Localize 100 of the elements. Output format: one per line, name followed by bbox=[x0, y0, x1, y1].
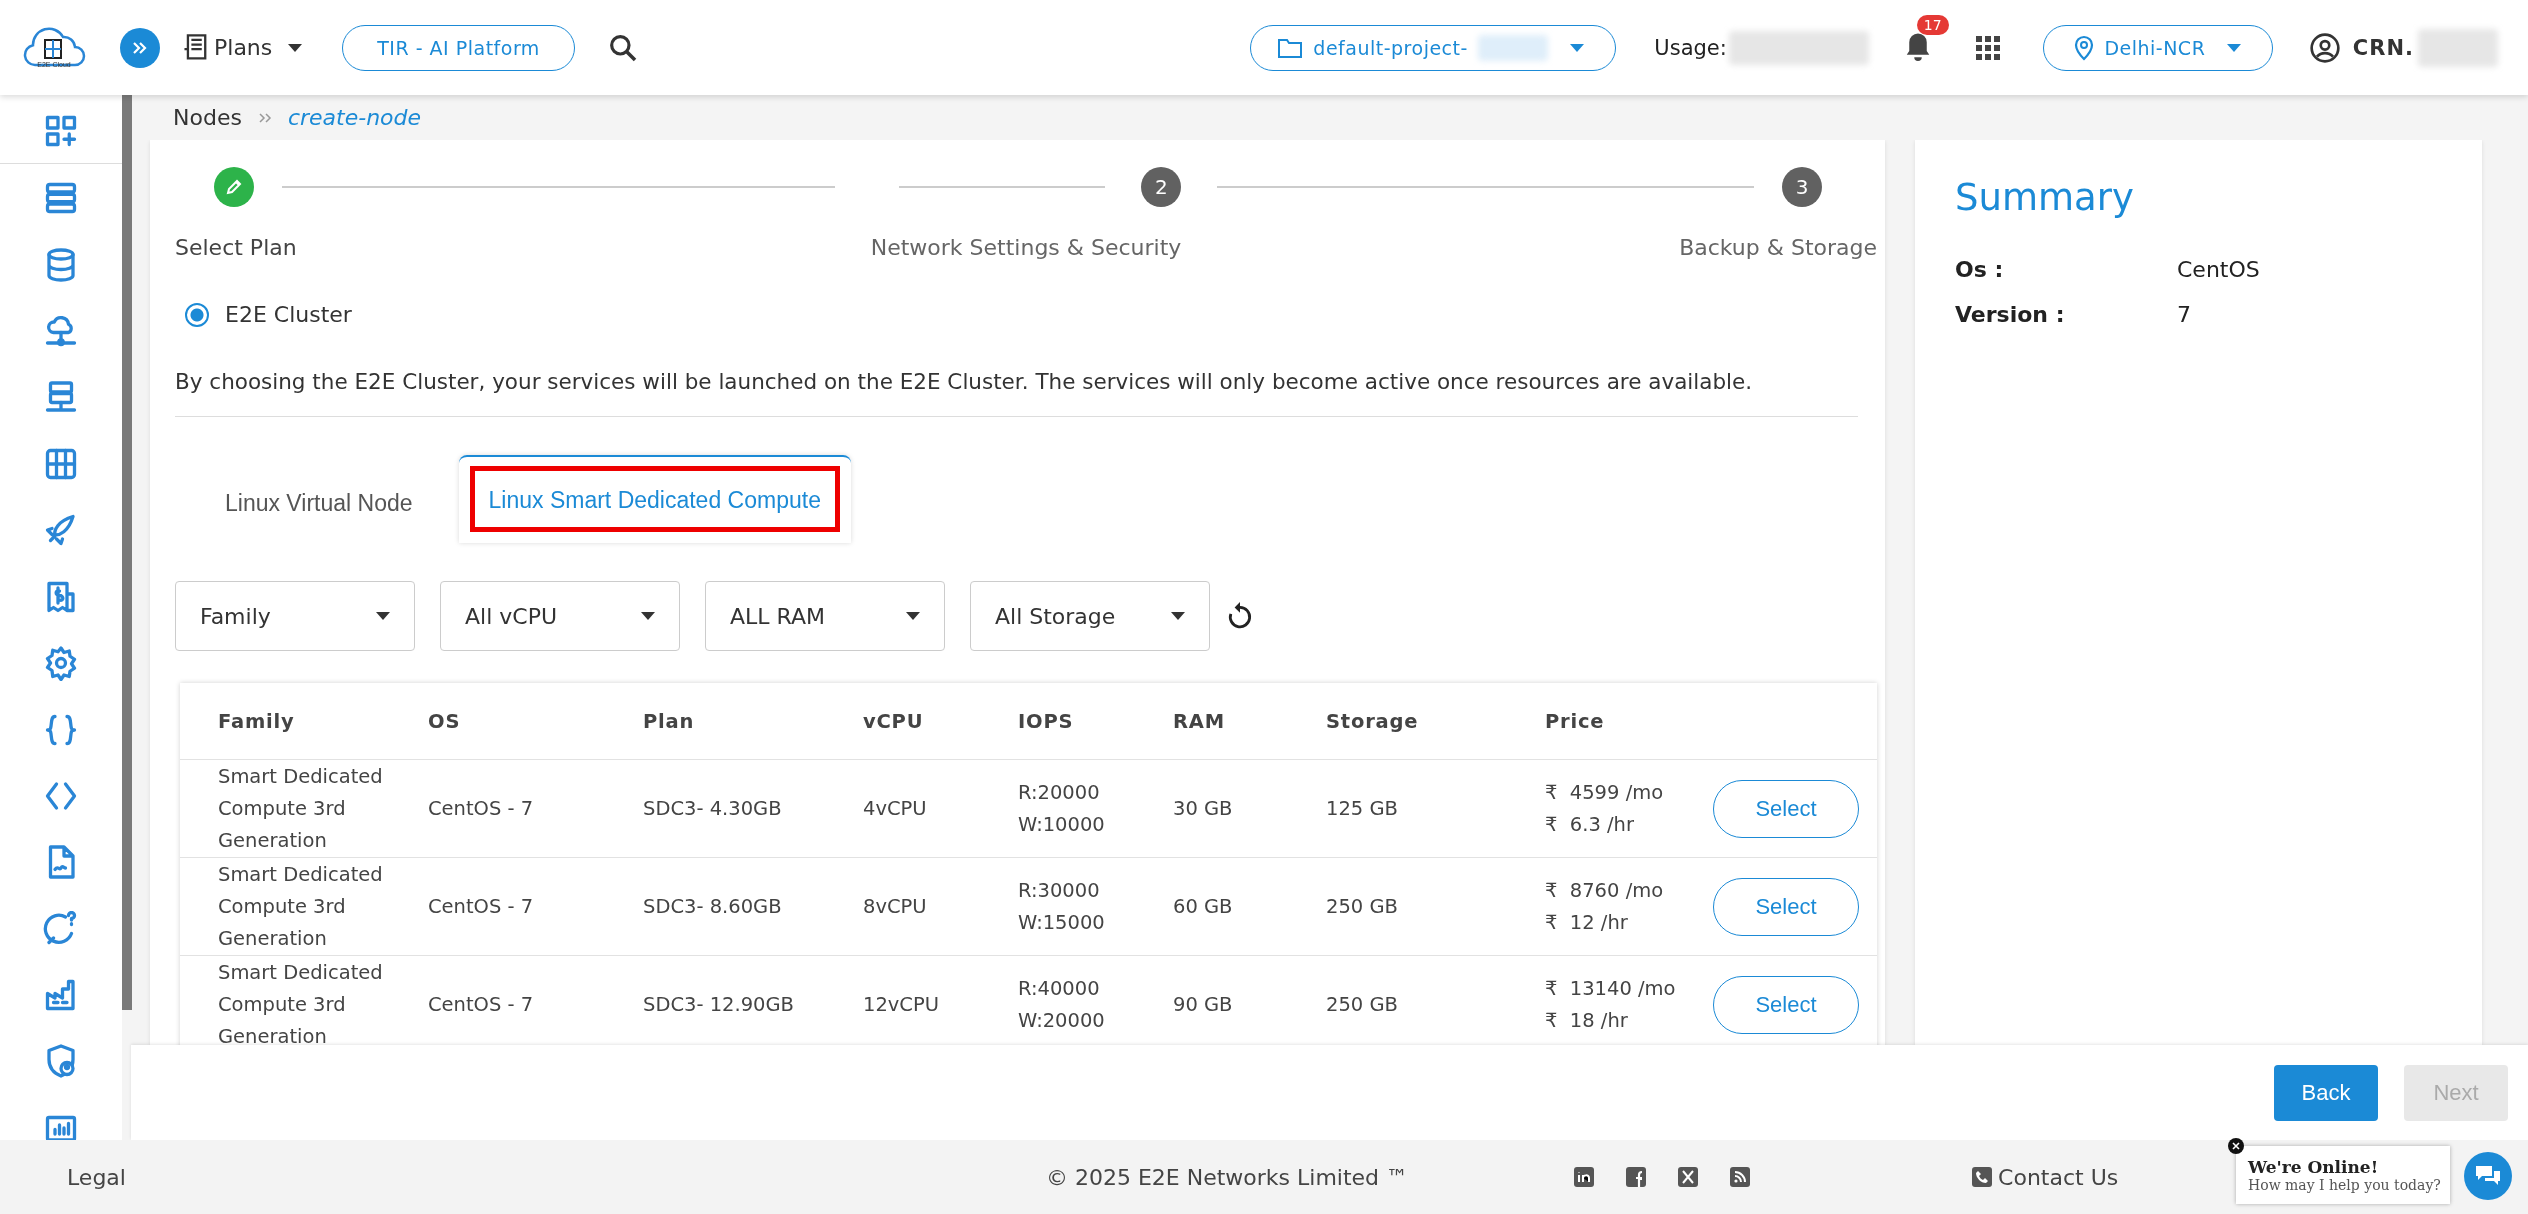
breadcrumb-link[interactable]: Nodes bbox=[173, 105, 242, 130]
step-label: Backup & Storage bbox=[1679, 235, 1877, 260]
pencil-icon bbox=[224, 177, 244, 197]
radio-label[interactable]: E2E Cluster bbox=[225, 302, 352, 327]
help-chat-icon[interactable] bbox=[43, 910, 79, 947]
tab[interactable]: Linux Virtual Node bbox=[185, 463, 453, 543]
table-cell-text: Smart Dedicated Compute 3rd Generation bbox=[218, 861, 384, 952]
table-cell-text: W:10000 bbox=[1018, 811, 1106, 838]
price-text: ₹ 12 /hr bbox=[1545, 909, 1629, 936]
select-button[interactable]: Select bbox=[1713, 877, 1859, 936]
column-header: Price bbox=[1545, 709, 1606, 733]
scrollbar[interactable] bbox=[122, 95, 132, 1010]
caret-icon bbox=[641, 612, 655, 620]
chat-title: We're Online! bbox=[2248, 1157, 2380, 1177]
column-header: Plan bbox=[643, 709, 696, 733]
table-cell-text: R:30000 bbox=[1018, 877, 1101, 904]
region-dropdown[interactable]: Delhi-NCR bbox=[2042, 24, 2273, 71]
chat-button[interactable] bbox=[2464, 1152, 2512, 1200]
usage-label: Usage: bbox=[1654, 35, 1727, 60]
table-cell-text: SDC3- 12.90GB bbox=[643, 993, 795, 1016]
select-button[interactable]: Select bbox=[1713, 779, 1859, 838]
chat-widget[interactable]: We're Online! How may I help you today? bbox=[2236, 1146, 2450, 1204]
chat-subtitle: How may I help you today? bbox=[2248, 1177, 2442, 1193]
table-cell-text: Smart Dedicated Compute 3rd Generation bbox=[218, 763, 384, 854]
price-text: ₹ 13140 /mo bbox=[1545, 975, 1677, 1002]
plans-menu[interactable]: Plans bbox=[182, 32, 303, 63]
table-cell-text: 250 GB bbox=[1326, 993, 1399, 1016]
radio-button[interactable] bbox=[185, 302, 209, 327]
table-cell-text: 30 GB bbox=[1173, 797, 1234, 820]
summary-title: Summary bbox=[1955, 176, 2135, 219]
tab[interactable]: Linux Smart Dedicated Compute bbox=[458, 455, 851, 543]
column-header: Storage bbox=[1326, 709, 1420, 733]
step-label: Select Plan bbox=[175, 235, 297, 260]
x-icon[interactable] bbox=[1678, 1167, 1699, 1187]
copyright-text: © 2025 E2E Networks Limited ™ bbox=[1045, 1164, 1409, 1190]
platform-button[interactable]: TIR - AI Platform bbox=[342, 24, 575, 71]
summary-value: CentOS bbox=[2177, 257, 2261, 282]
settings-icon[interactable] bbox=[43, 645, 79, 682]
table-cell-text: SDC3- 8.60GB bbox=[643, 895, 783, 918]
account-icon[interactable] bbox=[2308, 31, 2341, 64]
account-name[interactable]: CRN. bbox=[2352, 35, 2414, 60]
step-number: 3 bbox=[1782, 167, 1822, 207]
step-label: Network Settings & Security bbox=[870, 235, 1182, 260]
column-header: vCPU bbox=[863, 709, 925, 733]
grid-plus-icon[interactable] bbox=[0, 113, 122, 164]
table-cell-text: 125 GB bbox=[1326, 797, 1399, 820]
close-icon[interactable] bbox=[2228, 1138, 2244, 1154]
column-header: OS bbox=[428, 709, 462, 733]
notification-count: 17 bbox=[1916, 14, 1949, 35]
notice-text: By choosing the E2E Cluster, your services will be launched on the E2E Cluster. The services will only become active once resources are available. bbox=[175, 369, 1754, 394]
step-button[interactable]: Back bbox=[2274, 1064, 2378, 1121]
chevron-icon bbox=[257, 111, 272, 124]
table-cell-text: 8vCPU bbox=[863, 895, 928, 918]
summary-value: 7 bbox=[2177, 302, 2192, 327]
table-cell-text: CentOS - 7 bbox=[428, 895, 535, 918]
table-cell-text: W:20000 bbox=[1018, 1007, 1106, 1034]
table-cell-text: R:20000 bbox=[1018, 779, 1101, 806]
step-number: 2 bbox=[1141, 167, 1182, 207]
breadcrumb-current: create-node bbox=[287, 105, 422, 130]
table-cell-text: SDC3- 4.30GB bbox=[643, 797, 783, 820]
table-cell-text: CentOS - 7 bbox=[428, 993, 535, 1016]
apps-grid-icon[interactable] bbox=[1974, 34, 2001, 61]
rss-icon[interactable] bbox=[1730, 1167, 1751, 1187]
select-button[interactable]: Select bbox=[1713, 975, 1859, 1034]
summary-label: Version : bbox=[1955, 302, 2066, 327]
table-cell-text: R:40000 bbox=[1018, 975, 1101, 1002]
price-text: ₹ 18 /hr bbox=[1545, 1007, 1629, 1034]
expand-sidebar-button[interactable] bbox=[120, 27, 160, 68]
phone-icon bbox=[1972, 1167, 1993, 1187]
price-text: ₹ 4599 /mo bbox=[1545, 779, 1665, 806]
table-cell-text: 90 GB bbox=[1173, 993, 1234, 1016]
caret-icon bbox=[1569, 43, 1584, 52]
legal-link[interactable]: Legal bbox=[67, 1164, 126, 1190]
caret-icon bbox=[2227, 43, 2242, 52]
refresh-icon[interactable] bbox=[1227, 602, 1253, 630]
column-header: RAM bbox=[1173, 709, 1226, 733]
filter-dropdown[interactable]: ALL RAM bbox=[705, 581, 945, 651]
column-header: Family bbox=[218, 709, 296, 733]
price-text: ₹ 8760 /mo bbox=[1545, 877, 1665, 904]
caret-icon bbox=[906, 612, 920, 620]
table-cell-text: 250 GB bbox=[1326, 895, 1399, 918]
price-text: ₹ 6.3 /hr bbox=[1545, 811, 1635, 838]
project-dropdown[interactable]: default-project- bbox=[1250, 24, 1617, 71]
contact-link[interactable]: Contact Us bbox=[1998, 1164, 2119, 1190]
table-cell-text: CentOS - 7 bbox=[428, 797, 535, 820]
filter-dropdown[interactable]: Family bbox=[175, 581, 415, 651]
summary-label: Os : bbox=[1955, 257, 2005, 282]
caret-icon bbox=[1171, 612, 1185, 620]
location-pin-icon bbox=[2074, 34, 2095, 61]
table-cell-text: Smart Dedicated Compute 3rd Generation bbox=[218, 959, 384, 1045]
caret-icon bbox=[376, 612, 390, 620]
table-cell-text: 4vCPU bbox=[863, 797, 928, 820]
filter-dropdown[interactable]: All vCPU bbox=[440, 581, 680, 651]
folder-icon bbox=[1277, 36, 1304, 59]
linkedin-icon[interactable] bbox=[1574, 1167, 1595, 1187]
table-cell-text: 12vCPU bbox=[863, 993, 940, 1016]
filter-dropdown[interactable]: All Storage bbox=[970, 581, 1210, 651]
facebook-icon[interactable] bbox=[1626, 1167, 1647, 1187]
table-cell-text: 60 GB bbox=[1173, 895, 1234, 918]
caret-icon bbox=[288, 43, 303, 52]
